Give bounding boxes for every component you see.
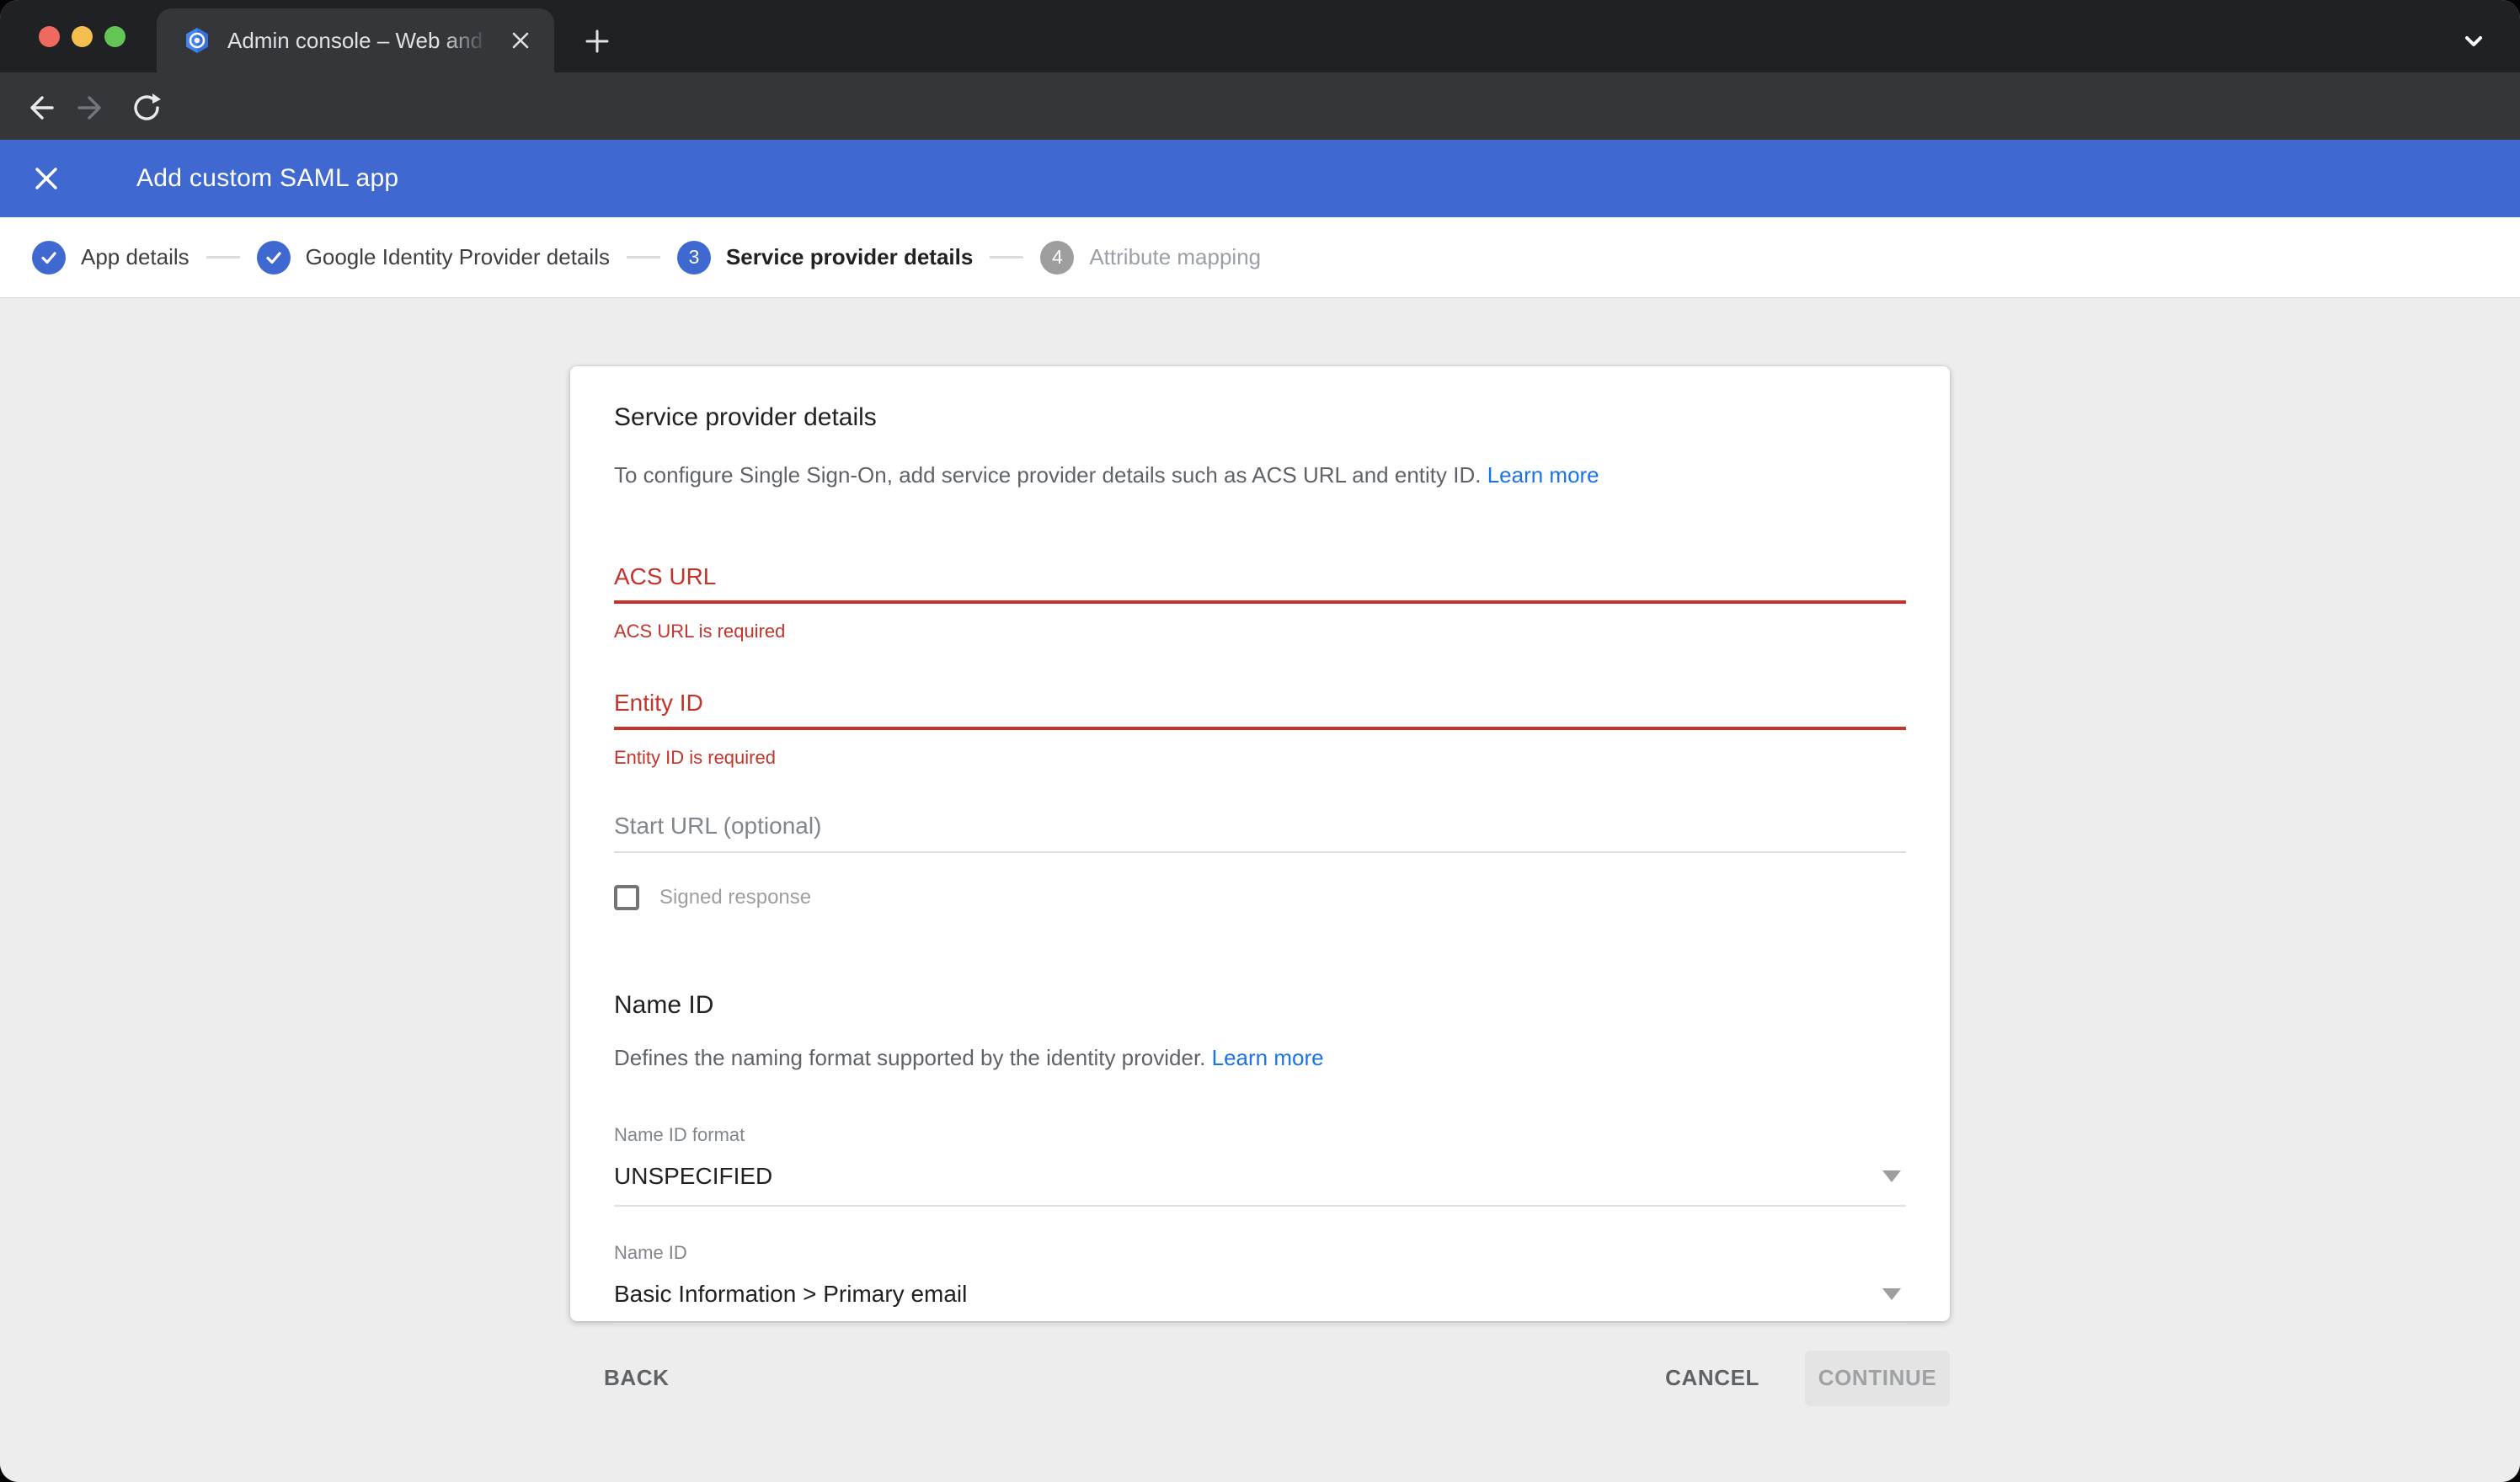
step-google-idp-details[interactable]: Google Identity Provider details — [257, 241, 610, 275]
reload-icon[interactable] — [128, 89, 165, 126]
step-app-details[interactable]: App details — [32, 241, 190, 275]
step-label: Attribute mapping — [1089, 244, 1261, 270]
step-check-icon — [32, 241, 66, 275]
step-number: 3 — [677, 241, 711, 275]
back-icon[interactable] — [20, 89, 57, 126]
window-close-button[interactable] — [39, 26, 60, 47]
card-description: To configure Single Sign-On, add service… — [614, 461, 1906, 489]
step-label: App details — [81, 244, 190, 270]
step-connector — [206, 256, 240, 259]
dialog-header: Add custom SAML app — [0, 140, 2520, 217]
acs-url-field[interactable]: ACS URL ACS URL is required — [614, 563, 1906, 642]
new-tab-button[interactable] — [579, 24, 615, 59]
entity-id-underline — [614, 727, 1906, 730]
dropdown-underline — [614, 1205, 1906, 1207]
browser-tab[interactable]: Admin console – Web and mob — [157, 8, 554, 72]
entity-id-error: Entity ID is required — [614, 747, 1906, 769]
learn-more-link[interactable]: Learn more — [1487, 462, 1599, 488]
entity-id-label: Entity ID — [614, 690, 1906, 717]
cancel-button[interactable]: CANCEL — [1645, 1350, 1780, 1406]
name-id-dropdown[interactable]: Name ID Basic Information > Primary emai… — [614, 1242, 1906, 1325]
acs-url-underline — [614, 600, 1906, 604]
signed-response-checkbox[interactable] — [614, 885, 639, 910]
step-label: Service provider details — [726, 244, 973, 270]
card-heading: Service provider details — [614, 403, 1906, 432]
entity-id-field[interactable]: Entity ID Entity ID is required — [614, 690, 1906, 769]
acs-url-label: ACS URL — [614, 563, 1906, 590]
name-id-label: Name ID — [614, 1242, 1906, 1264]
tab-title: Admin console – Web and mob — [227, 28, 489, 54]
learn-more-link[interactable]: Learn more — [1212, 1045, 1324, 1070]
wizard-stepper: App details Google Identity Provider det… — [0, 217, 2520, 298]
close-dialog-icon[interactable] — [32, 164, 61, 193]
start-url-field[interactable]: Start URL (optional) — [614, 813, 1906, 853]
name-id-format-value: UNSPECIFIED — [614, 1163, 772, 1190]
forward-icon[interactable] — [74, 89, 111, 126]
browser-toolbar: admin.google.com/ac/apps/unified — [0, 72, 2520, 140]
continue-button[interactable]: CONTINUE — [1805, 1351, 1950, 1406]
signed-response-label: Signed response — [659, 886, 811, 909]
signed-response-row: Signed response — [614, 885, 1906, 910]
dialog-content: Service provider details To configure Si… — [0, 299, 2520, 1482]
window-zoom-button[interactable] — [104, 26, 125, 47]
start-url-placeholder: Start URL (optional) — [614, 813, 1906, 840]
name-id-description: Defines the naming format supported by t… — [614, 1043, 1906, 1072]
dropdown-underline — [614, 1323, 1906, 1325]
name-id-format-dropdown[interactable]: Name ID format UNSPECIFIED — [614, 1124, 1906, 1207]
dropdown-arrow-icon — [1882, 1170, 1901, 1182]
step-connector — [627, 256, 660, 259]
step-service-provider-details[interactable]: 3 Service provider details — [677, 241, 973, 275]
admin-console-favicon-icon — [184, 27, 211, 54]
step-number: 4 — [1040, 241, 1074, 275]
acs-url-error: ACS URL is required — [614, 621, 1906, 642]
name-id-value: Basic Information > Primary email — [614, 1281, 967, 1308]
dialog-footer: BACK CANCEL CONTINUE — [570, 1350, 1950, 1406]
browser-window: Admin console – Web and mob — [0, 0, 2520, 1482]
step-attribute-mapping[interactable]: 4 Attribute mapping — [1040, 241, 1261, 275]
back-button[interactable]: BACK — [584, 1350, 690, 1406]
tab-search-chevron-icon[interactable] — [2456, 24, 2491, 59]
step-label: Google Identity Provider details — [306, 244, 610, 270]
tab-close-icon[interactable] — [505, 25, 536, 56]
window-minimize-button[interactable] — [72, 26, 93, 47]
name-id-format-label: Name ID format — [614, 1124, 1906, 1146]
name-id-heading: Name ID — [614, 991, 1906, 1020]
step-connector — [990, 256, 1023, 259]
dialog-title: Add custom SAML app — [136, 164, 398, 193]
service-provider-card: Service provider details To configure Si… — [570, 366, 1950, 1321]
step-check-icon — [257, 241, 291, 275]
start-url-underline — [614, 851, 1906, 853]
dropdown-arrow-icon — [1882, 1288, 1901, 1300]
tab-strip: Admin console – Web and mob — [0, 0, 2520, 72]
